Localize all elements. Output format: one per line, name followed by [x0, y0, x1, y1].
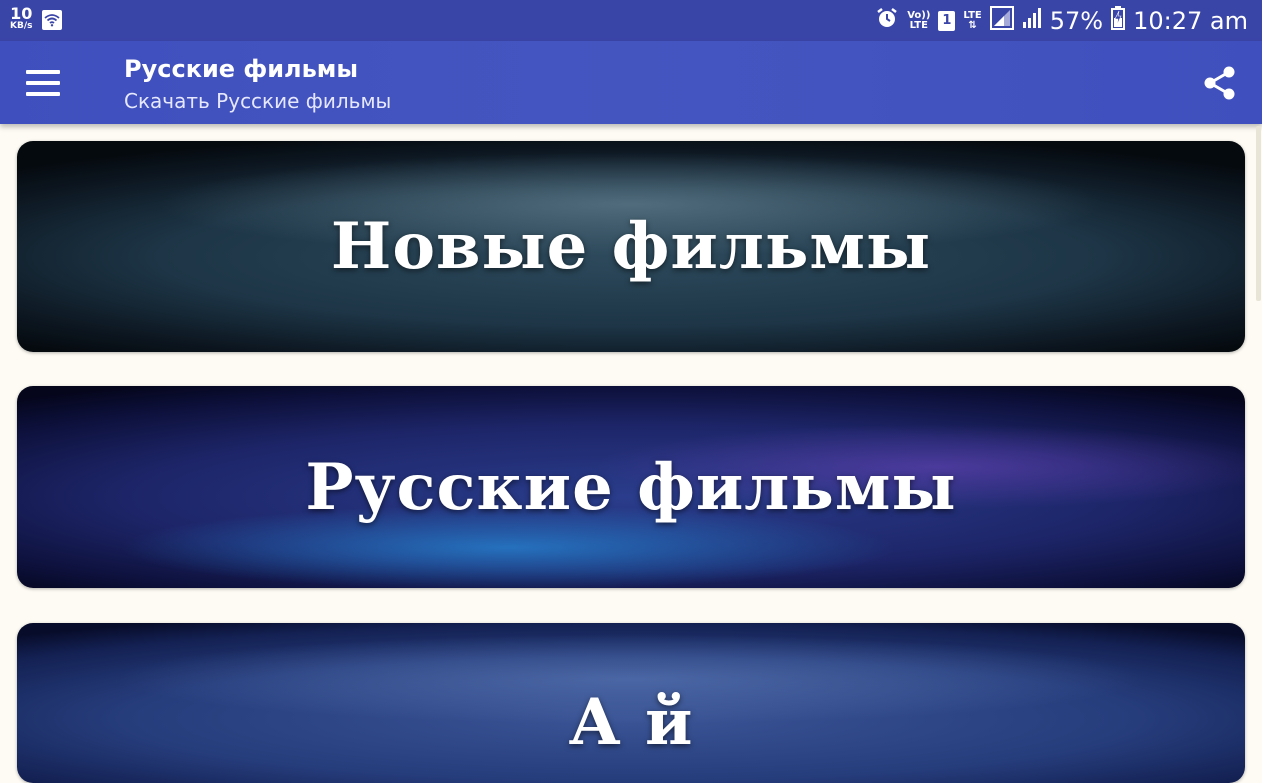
status-right: Vo)) LTE 1 LTE ⇅ 57% 10:27 am	[875, 0, 1248, 41]
share-button[interactable]	[1200, 63, 1240, 103]
app-bar: Русские фильмы Скачать Русские фильмы	[0, 41, 1262, 124]
hamburger-line	[26, 81, 60, 85]
category-label: Новые фильмы	[330, 209, 932, 284]
page-subtitle: Скачать Русские фильмы	[124, 89, 392, 113]
hamburger-line	[26, 92, 60, 96]
menu-button[interactable]	[26, 65, 70, 101]
hamburger-line	[26, 70, 60, 74]
lte-label: LTE	[963, 9, 982, 21]
volte-top: Vo))	[907, 9, 931, 21]
lte-indicator: LTE ⇅	[963, 9, 982, 31]
category-label: А й	[568, 685, 694, 760]
category-card-new-movies[interactable]: Новые фильмы	[17, 141, 1245, 352]
battery-percent: 57%	[1049, 6, 1104, 35]
wifi-icon	[42, 10, 63, 30]
volte-bottom: LTE	[909, 19, 928, 31]
scrollbar-thumb[interactable]	[1256, 126, 1261, 301]
category-card-russian-movies[interactable]: Русские фильмы	[17, 386, 1245, 588]
network-speed: 10 KB/s	[10, 6, 32, 31]
alarm-icon	[875, 6, 899, 36]
clock: 10:27 am	[1133, 6, 1248, 35]
status-bar: 10 KB/s Vo)) LTE 1 LTE ⇅ 57% 10:27 am	[0, 0, 1262, 41]
volte-icon: Vo)) LTE	[907, 9, 931, 31]
network-speed-unit: KB/s	[10, 21, 33, 31]
category-label: Русские фильмы	[305, 449, 957, 525]
category-card-third[interactable]: А й	[17, 623, 1245, 783]
battery-charging-icon	[1111, 5, 1126, 36]
signal-sim2-icon	[1022, 7, 1042, 35]
data-arrows-icon: ⇅	[968, 19, 977, 31]
status-left: 10 KB/s	[10, 6, 63, 31]
sim-slot-icon: 1	[938, 10, 956, 31]
share-icon	[1204, 66, 1235, 100]
network-speed-value: 10	[10, 4, 33, 23]
page-title: Русские фильмы	[124, 55, 359, 83]
signal-sim1-icon	[989, 5, 1014, 36]
